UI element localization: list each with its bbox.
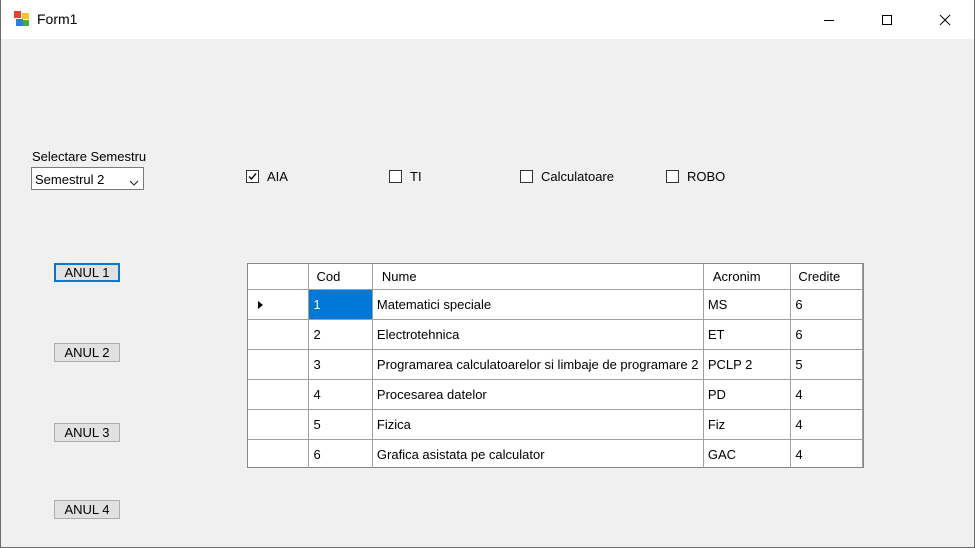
checkbox-label: AIA [267, 169, 288, 184]
semester-label: Selectare Semestru [32, 149, 147, 164]
table-cell[interactable]: PD [703, 379, 792, 410]
row-header[interactable] [248, 379, 310, 410]
grid-header-row: Cod Nume Acronim Credite [248, 264, 863, 290]
column-header-cod[interactable]: Cod [308, 264, 373, 290]
checkbox-robo[interactable]: ROBO [666, 169, 725, 184]
table-cell[interactable]: 4 [790, 439, 863, 467]
window-title: Form1 [37, 11, 78, 27]
anul-1-button[interactable]: ANUL 1 [54, 263, 120, 282]
chevron-down-icon[interactable] [129, 175, 139, 190]
checkbox-calculatoare[interactable]: Calculatoare [520, 169, 614, 184]
semester-combobox[interactable]: Semestrul 2 [31, 167, 144, 190]
table-cell[interactable]: 6 [308, 439, 373, 467]
grid-corner-header[interactable] [248, 264, 310, 290]
table-cell[interactable]: Procesarea datelor [372, 379, 704, 410]
checkbox-box[interactable] [389, 170, 402, 183]
row-header[interactable] [248, 289, 310, 320]
row-header[interactable] [248, 439, 310, 467]
checkbox-label: ROBO [687, 169, 726, 184]
table-row[interactable]: 3 Programarea calculatoarelor si limbaje… [248, 349, 863, 380]
maximize-button[interactable] [858, 0, 916, 39]
minimize-button[interactable] [800, 0, 858, 39]
close-icon [939, 14, 951, 25]
checkbox-label: TI [410, 169, 422, 184]
table-row[interactable]: 6 Grafica asistata pe calculator GAC 4 [248, 439, 863, 467]
table-cell[interactable]: 2 [308, 319, 373, 350]
table-row[interactable]: 4 Procesarea datelor PD 4 [248, 379, 863, 410]
column-header-nume[interactable]: Nume [372, 264, 704, 290]
table-cell[interactable]: Matematici speciale [372, 289, 704, 320]
table-cell[interactable]: 4 [790, 379, 863, 410]
app-icon [14, 11, 30, 27]
table-cell[interactable]: Fizica [372, 409, 704, 440]
table-cell[interactable]: 5 [308, 409, 373, 440]
table-cell[interactable]: Electrotehnica [372, 319, 704, 350]
minimize-icon [824, 19, 834, 21]
row-pointer-icon [258, 300, 263, 309]
checkbox-ti[interactable]: TI [389, 169, 422, 184]
column-header-acronim[interactable]: Acronim [703, 264, 792, 290]
anul-2-button[interactable]: ANUL 2 [54, 343, 120, 362]
table-row[interactable]: 2 Electrotehnica ET 6 [248, 319, 863, 350]
table-cell[interactable]: Fiz [703, 409, 792, 440]
checkbox-box[interactable] [666, 170, 679, 183]
table-cell[interactable]: 4 [790, 409, 863, 440]
table-row[interactable]: 1 Matematici speciale MS 6 [248, 289, 863, 320]
checkmark-icon [248, 173, 257, 181]
table-cell[interactable]: ET [703, 319, 792, 350]
table-cell[interactable]: Grafica asistata pe calculator [372, 439, 704, 467]
table-row[interactable]: 5 Fizica Fiz 4 [248, 409, 863, 440]
row-header[interactable] [248, 349, 310, 380]
table-cell[interactable]: 4 [308, 379, 373, 410]
semester-combobox-value: Semestrul 2 [35, 172, 105, 187]
checkbox-box[interactable] [246, 170, 259, 183]
checkbox-box[interactable] [520, 170, 533, 183]
table-cell[interactable]: MS [703, 289, 792, 320]
table-cell[interactable]: PCLP 2 [703, 349, 792, 380]
main-window: Form1 Selectare Semestru Semestrul 2 AIA… [0, 0, 975, 548]
table-cell[interactable]: 3 [308, 349, 373, 380]
checkbox-label: Calculatoare [541, 169, 614, 184]
anul-4-button[interactable]: ANUL 4 [54, 500, 120, 519]
table-cell[interactable]: Programarea calculatoarelor si limbaje d… [372, 349, 704, 380]
row-header[interactable] [248, 409, 310, 440]
anul-3-button[interactable]: ANUL 3 [54, 423, 120, 442]
table-cell[interactable]: 6 [790, 289, 863, 320]
maximize-icon [882, 14, 892, 25]
row-header[interactable] [248, 319, 310, 350]
courses-datagrid[interactable]: Cod Nume Acronim Credite 1 Matematici sp… [247, 263, 864, 468]
table-cell[interactable]: 5 [790, 349, 863, 380]
column-header-credite[interactable]: Credite [790, 264, 863, 290]
title-bar[interactable]: Form1 [1, 0, 974, 39]
close-button[interactable] [916, 0, 974, 39]
checkbox-aia[interactable]: AIA [246, 169, 288, 184]
table-cell[interactable]: 1 [308, 289, 373, 320]
table-cell[interactable]: GAC [703, 439, 792, 467]
table-cell[interactable]: 6 [790, 319, 863, 350]
